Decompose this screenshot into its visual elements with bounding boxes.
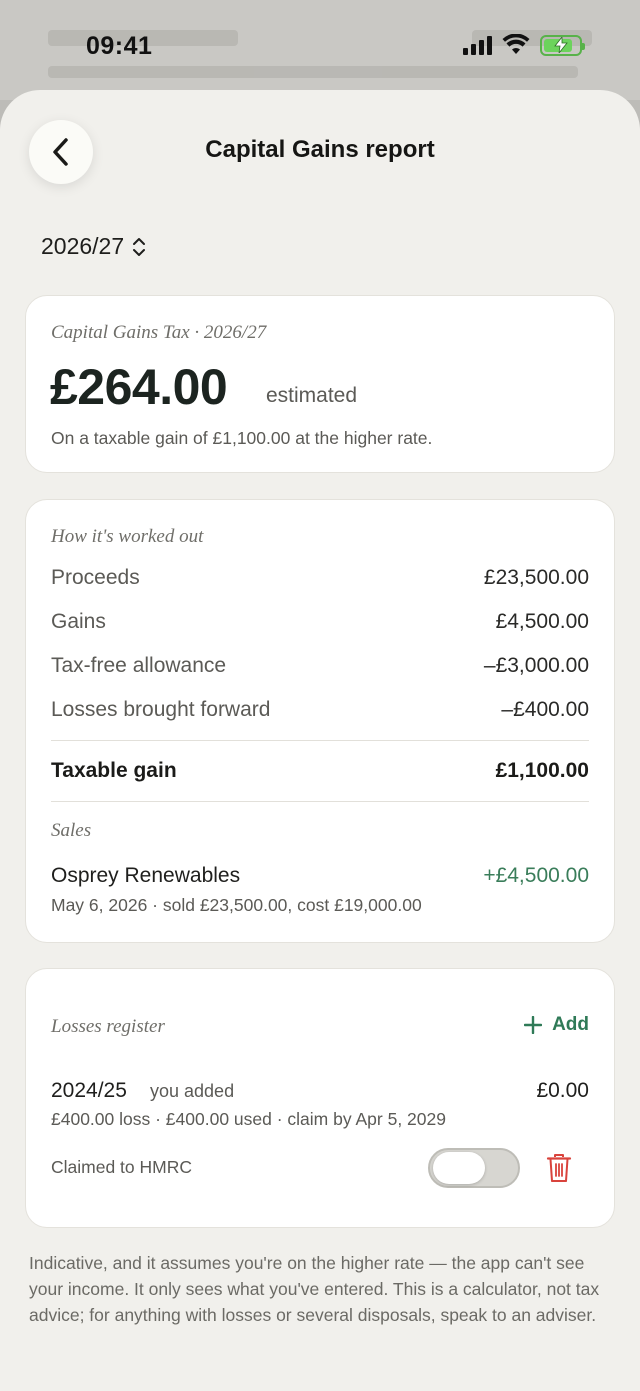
plus-icon: [524, 1016, 543, 1034]
loss-remaining-amount: £0.00: [536, 1079, 589, 1102]
total-value: £1,100.00: [495, 759, 589, 782]
breakdown-card: How it's worked out Proceeds £23,500.00 …: [25, 499, 615, 943]
summary-label: Capital Gains Tax · 2026/27: [51, 322, 267, 343]
page-title: Capital Gains report: [205, 136, 435, 163]
sales-heading: Sales: [51, 820, 92, 841]
total-label: Taxable gain: [51, 759, 177, 782]
sale-gain: +£4,500.00: [483, 864, 589, 887]
tax-summary-card: Capital Gains Tax · 2026/27 £264.00 esti…: [25, 295, 615, 473]
loss-detail: £400.00 loss · £400.00 used · claim by A…: [51, 1109, 446, 1129]
loss-year: 2024/25: [51, 1079, 127, 1102]
row-label: Proceeds: [51, 566, 140, 589]
trash-icon[interactable]: [546, 1153, 572, 1183]
disclaimer-text: Indicative, and it assumes you're on the…: [29, 1253, 600, 1325]
status-bar: 09:41: [0, 0, 640, 90]
breakdown-row-proceeds: Proceeds £23,500.00: [51, 566, 589, 590]
tax-amount: £264.00: [50, 359, 228, 415]
breakdown-heading: How it's worked out: [51, 526, 204, 547]
summary-note: On a taxable gain of £1,100.00 at the hi…: [51, 428, 433, 448]
wifi-icon: [502, 34, 530, 54]
amount-suffix: estimated: [266, 384, 358, 407]
add-label: Add: [552, 1014, 589, 1035]
row-value: £23,500.00: [483, 566, 589, 589]
status-time: 09:41: [86, 32, 153, 60]
battery-charging-icon: [540, 34, 585, 56]
tax-year-value: 2026/27: [41, 233, 125, 259]
row-label: Gains: [51, 610, 106, 633]
row-value: £4,500.00: [495, 610, 589, 633]
divider: [51, 801, 589, 802]
divider: [51, 740, 589, 741]
claimed-toggle[interactable]: [428, 1148, 520, 1188]
add-loss-button[interactable]: Add: [524, 1014, 589, 1036]
row-label: Losses brought forward: [51, 698, 271, 721]
report-sheet: Capital Gains report 2026/27 Capital Gai…: [0, 90, 640, 1391]
sale-name[interactable]: Osprey Renewables: [51, 864, 240, 888]
taxable-gain-row: Taxable gain £1,100.00: [51, 759, 589, 783]
tax-year-picker[interactable]: 2026/27: [41, 233, 146, 260]
breakdown-row-allowance: Tax-free allowance –£3,000.00: [51, 654, 589, 678]
status-icons: [463, 34, 585, 56]
row-value: –£400.00: [501, 698, 589, 721]
cellular-signal-icon: [463, 35, 492, 55]
claimed-label: Claimed to HMRC: [51, 1157, 192, 1177]
loss-source-badge: you added: [150, 1081, 235, 1101]
losses-register-card: Losses register Add 2024/25 you added £0…: [25, 968, 615, 1228]
sale-detail: May 6, 2026 · sold £23,500.00, cost £19,…: [51, 895, 422, 915]
row-label: Tax-free allowance: [51, 654, 227, 677]
chevron-up-down-icon: [133, 237, 146, 256]
toggle-knob: [433, 1152, 485, 1184]
breakdown-row-gains: Gains £4,500.00: [51, 610, 589, 634]
losses-heading: Losses register: [51, 1016, 165, 1037]
row-value: –£3,000.00: [483, 654, 589, 677]
breakdown-row-losses: Losses brought forward –£400.00: [51, 698, 589, 722]
